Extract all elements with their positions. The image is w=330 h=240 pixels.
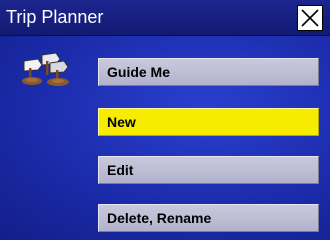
guide-me-button[interactable]: Guide Me bbox=[98, 58, 319, 86]
title-bar: Trip Planner bbox=[0, 0, 330, 36]
delete-rename-button[interactable]: Delete, Rename bbox=[98, 204, 319, 232]
trip-planner-icon bbox=[22, 52, 69, 86]
trip-planner-screen: Trip Planner Guide Me New Edit Delete, R… bbox=[0, 0, 330, 240]
window-title: Trip Planner bbox=[6, 7, 104, 27]
close-button[interactable] bbox=[297, 5, 323, 31]
close-icon bbox=[301, 9, 319, 27]
new-button[interactable]: New bbox=[98, 108, 319, 136]
edit-button[interactable]: Edit bbox=[98, 156, 319, 184]
